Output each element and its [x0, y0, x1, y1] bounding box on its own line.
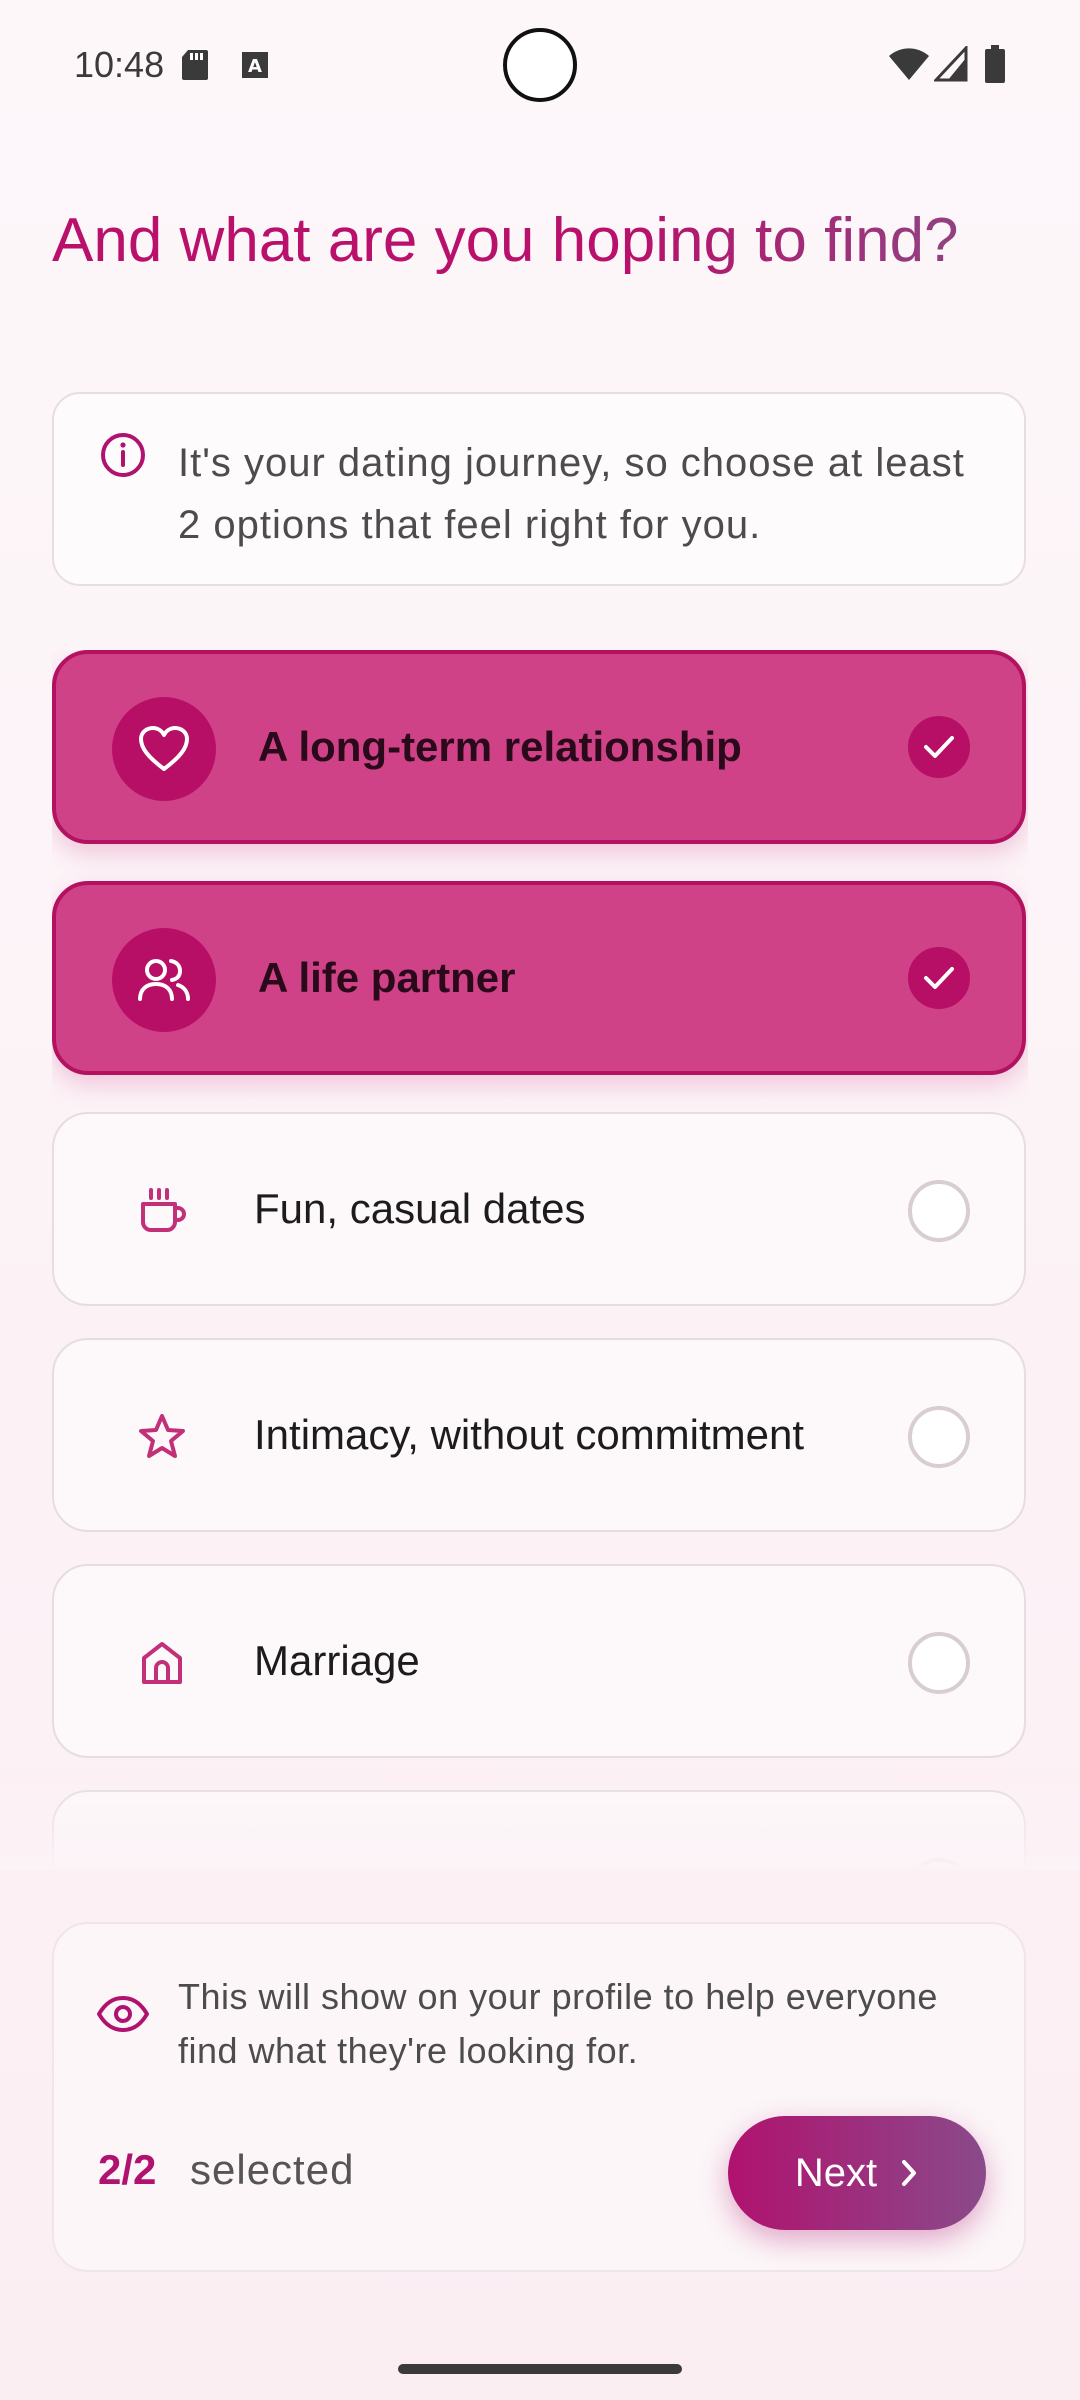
status-time: 10:48: [74, 44, 165, 85]
chevron-right-icon: [902, 2160, 917, 2186]
info-card: It's your dating journey, so choose at l…: [52, 392, 1026, 586]
status-bar: 10:48 A: [0, 0, 1080, 130]
option-fun-casual-dates[interactable]: Fun, casual dates: [52, 1112, 1026, 1306]
star-icon: [139, 1414, 185, 1458]
option-life-partner[interactable]: A life partner: [52, 881, 1026, 1075]
heart-icon: [139, 726, 189, 771]
option-label: Fun, casual dates: [254, 1185, 586, 1232]
battery-icon: [985, 45, 1005, 83]
option-marriage[interactable]: Marriage: [52, 1564, 1026, 1758]
option-icon-circle: [112, 697, 216, 801]
selection-count: 2/2: [98, 2146, 157, 2193]
option-icon-circle: [110, 1611, 214, 1715]
bottom-card: This will show on your profile to help e…: [52, 1922, 1026, 2272]
house-icon: [142, 1642, 182, 1684]
option-intimacy-without-commitment[interactable]: Intimacy, without commitment: [52, 1338, 1026, 1532]
option-label: Marriage: [254, 1637, 420, 1684]
sd-card-icon: [182, 50, 208, 80]
check-icon: [924, 736, 954, 758]
people-icon: [138, 959, 190, 1001]
option-checkbox[interactable]: [908, 1406, 970, 1468]
next-button[interactable]: Next: [728, 2116, 986, 2230]
info-text: It's your dating journey, so choose at l…: [178, 441, 965, 547]
profile-visibility-note: This will show on your profile to help e…: [178, 1976, 938, 2071]
selection-count-label: selected: [190, 2146, 355, 2193]
svg-text:A: A: [248, 56, 262, 77]
next-button-label: Next: [794, 2150, 878, 2195]
wifi-icon: [889, 48, 929, 80]
option-icon-circle: [110, 1385, 214, 1489]
signal-icon: [934, 46, 968, 82]
option-checkbox[interactable]: [908, 947, 970, 1009]
option-icon-circle: [110, 1159, 214, 1263]
page-title: And what are you hoping to find?: [52, 200, 1012, 282]
option-checkbox[interactable]: [908, 1180, 970, 1242]
option-label: Intimacy, without commitment: [254, 1411, 805, 1458]
list-fade: [0, 1780, 1080, 1870]
coffee-cup-icon: [141, 1188, 186, 1232]
keyboard-a-icon: A: [242, 52, 268, 78]
option-checkbox[interactable]: [908, 716, 970, 778]
option-checkbox[interactable]: [908, 1632, 970, 1694]
info-icon: [101, 433, 145, 477]
eye-icon: [97, 1996, 149, 2032]
option-label: A long-term relationship: [258, 723, 742, 770]
option-long-term-relationship[interactable]: A long-term relationship: [52, 650, 1026, 844]
options-list[interactable]: A long-term relationship A life partner: [52, 650, 1028, 1868]
camera-cutout: [503, 28, 577, 102]
option-icon-circle: [112, 928, 216, 1032]
check-icon: [924, 967, 954, 989]
option-label: A life partner: [258, 954, 516, 1001]
home-indicator[interactable]: [398, 2364, 682, 2374]
